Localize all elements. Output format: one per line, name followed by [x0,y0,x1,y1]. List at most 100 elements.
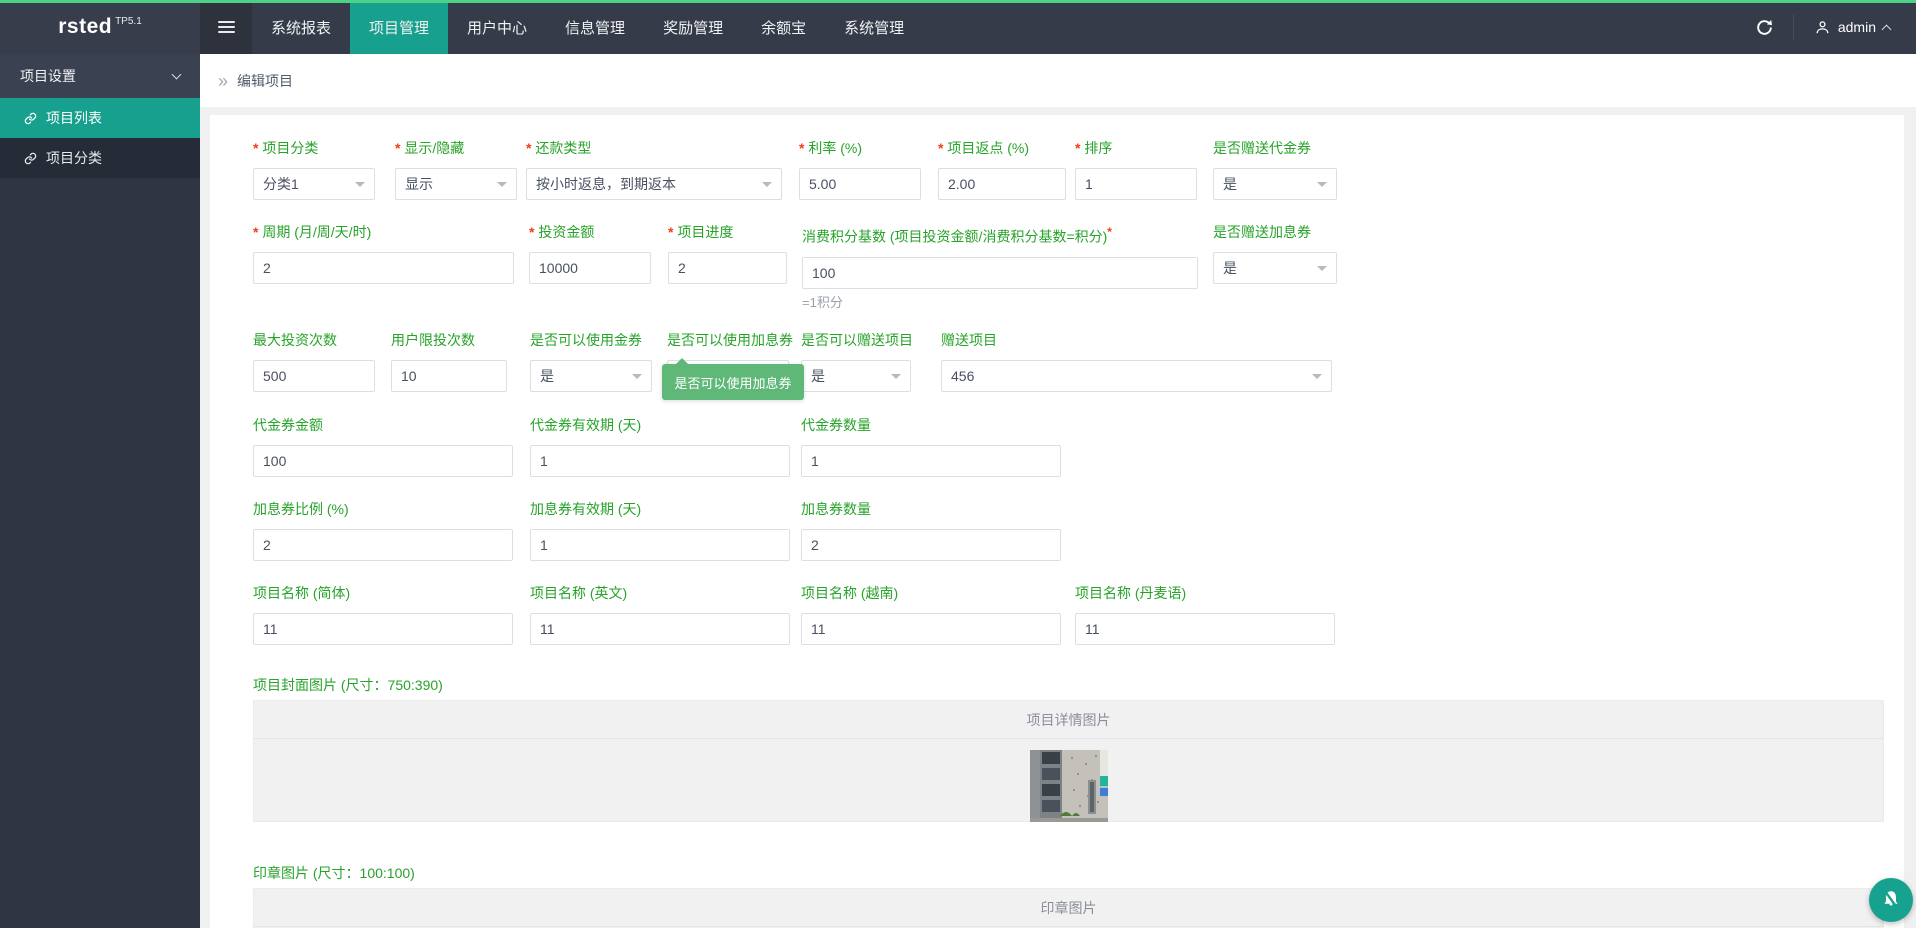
field-label: 代金券有效期 (天) [530,415,790,435]
top-progress-line [0,0,1916,3]
breadcrumb: » 编辑项目 [200,54,1916,107]
chevron-down-icon [632,374,642,384]
link-icon [24,152,37,165]
nav-item-system-management[interactable]: 系统管理 [825,0,923,54]
sidebar: 项目设置 项目列表 项目分类 [0,54,200,928]
field-label: 项目名称 (英文) [530,583,790,603]
points-base-input[interactable] [802,257,1198,289]
sort-input[interactable] [1075,168,1197,200]
field-label: 利率 (%) [799,138,921,158]
gift-interest-select[interactable]: 是 [1213,252,1337,284]
sidebar-group-project-settings[interactable]: 项目设置 [0,54,200,98]
main-nav: 系统报表 项目管理 用户中心 信息管理 奖励管理 余额宝 系统管理 [252,0,923,54]
project-detail-image-thumbnail[interactable] [1030,750,1108,822]
field-label: 还款类型 [526,138,782,158]
field-label: 是否赠送代金券 [1213,138,1337,158]
rebate-input[interactable] [938,168,1066,200]
max-invest-input[interactable] [253,360,375,392]
field-label: 项目名称 (简体) [253,583,513,603]
invest-amount-input[interactable] [529,252,651,284]
cycle-input[interactable] [253,252,514,284]
user-menu[interactable]: admin [1794,0,1916,54]
interest-validity-input[interactable] [530,529,790,561]
link-icon [24,112,37,125]
cover-image-label: 项目封面图片 (尺寸：750:390) [253,675,443,695]
double-chevron-right-icon: » [218,72,228,90]
field-label: 显示/隐藏 [395,138,517,158]
gift-voucher-select[interactable]: 是 [1213,168,1337,200]
points-base-hint: =1积分 [802,292,843,311]
refresh-icon[interactable] [1737,0,1793,54]
chevron-down-icon [1317,182,1327,192]
repay-type-select[interactable]: 按小时返息，到期返本 [526,168,782,200]
interest-count-input[interactable] [801,529,1061,561]
field-label: 代金券数量 [801,415,1061,435]
field-label: 是否可以赠送项目 [801,330,911,350]
field-label: 投资金额 [529,222,651,242]
nav-item-info-management[interactable]: 信息管理 [546,0,644,54]
rate-input[interactable] [799,168,921,200]
field-label: 赠送项目 [941,330,1332,350]
nav-item-reward-management[interactable]: 奖励管理 [644,0,742,54]
field-label: 项目返点 (%) [938,138,1066,158]
user-icon [1814,19,1831,36]
nav-item-project-management[interactable]: 项目管理 [350,0,448,54]
progress-input[interactable] [668,252,787,284]
field-label: 加息券比例 (%) [253,499,513,519]
chevron-down-icon [891,374,901,384]
field-label: 加息券数量 [801,499,1061,519]
seal-image-panel-title: 印章图片 [254,889,1883,927]
bell-off-icon[interactable] [1869,878,1913,922]
voucher-validity-input[interactable] [530,445,790,477]
voucher-amount-input[interactable] [253,445,513,477]
field-label: 项目名称 (越南) [801,583,1061,603]
field-label: 用户限投次数 [391,330,507,350]
tooltip: 是否可以使用加息券 [662,364,804,400]
sidebar-item-project-category[interactable]: 项目分类 [0,138,200,178]
chevron-down-icon [497,182,507,192]
top-navbar: rsted TP5.1 系统报表 项目管理 用户中心 信息管理 奖励管理 余额宝… [0,0,1916,54]
chevron-down-icon [172,70,182,80]
chevron-down-icon [1317,266,1327,276]
project-category-select[interactable]: 分类1 [253,168,375,200]
nav-item-yuebao[interactable]: 余额宝 [742,0,825,54]
project-name-dk-input[interactable] [1075,613,1335,645]
chevron-down-icon [355,182,365,192]
voucher-count-input[interactable] [801,445,1061,477]
field-label: 是否赠送加息券 [1213,222,1337,242]
detail-image-panel-body [254,739,1883,822]
project-name-en-input[interactable] [530,613,790,645]
content-area: 项目分类 分类1 显示/隐藏 显示 还款类型 按小时返息，到期返本 利率 (%)… [200,107,1916,928]
nav-item-system-report[interactable]: 系统报表 [252,0,350,54]
admin-app: rsted TP5.1 系统报表 项目管理 用户中心 信息管理 奖励管理 余额宝… [0,0,1916,928]
chevron-down-icon [762,182,772,192]
field-label: 加息券有效期 (天) [530,499,790,519]
field-label: 排序 [1075,138,1197,158]
visibility-select[interactable]: 显示 [395,168,517,200]
field-label: 项目进度 [668,222,787,242]
interest-ratio-input[interactable] [253,529,513,561]
hamburger-icon[interactable] [200,0,252,54]
seal-image-panel: 印章图片 [253,888,1884,928]
chevron-down-icon [1312,374,1322,384]
username: admin [1838,19,1876,35]
detail-image-panel-title: 项目详情图片 [254,701,1883,739]
can-gift-project-select[interactable]: 是 [801,360,911,392]
field-label: 是否可以使用金券 [530,330,652,350]
field-label: 最大投资次数 [253,330,375,350]
user-limit-input[interactable] [391,360,507,392]
edit-project-form-card: 项目分类 分类1 显示/隐藏 显示 还款类型 按小时返息，到期返本 利率 (%)… [210,115,1904,928]
field-label: 是否可以使用加息券 [667,330,789,350]
detail-image-panel: 项目详情图片 [253,700,1884,822]
nav-item-user-center[interactable]: 用户中心 [448,0,546,54]
project-name-vn-input[interactable] [801,613,1061,645]
can-use-voucher-select[interactable]: 是 [530,360,652,392]
topbar-right: admin [1737,0,1916,54]
field-label: 代金券金额 [253,415,513,435]
logo-text: rsted [58,15,112,39]
gift-project-select[interactable]: 456 [941,360,1332,392]
project-name-cn-input[interactable] [253,613,513,645]
sidebar-item-project-list[interactable]: 项目列表 [0,98,200,138]
brand-logo: rsted TP5.1 [0,0,200,54]
page-title: 编辑项目 [237,71,293,91]
